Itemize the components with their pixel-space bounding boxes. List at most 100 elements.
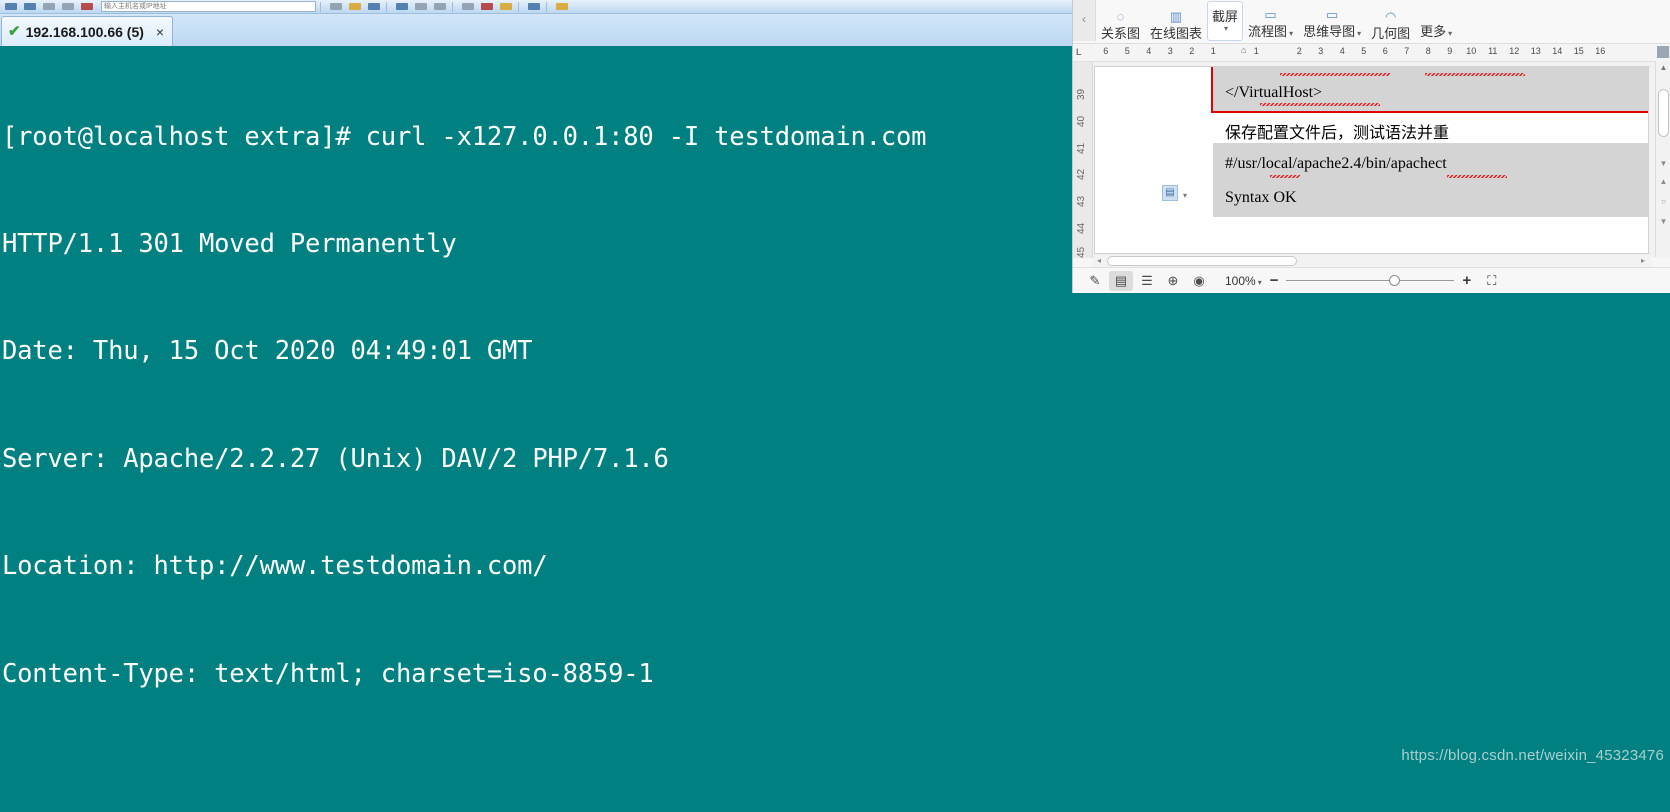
find-icon[interactable]	[480, 1, 495, 12]
ribbon-label: 关系图	[1101, 26, 1141, 41]
web-layout-icon[interactable]: ⊕	[1161, 271, 1185, 291]
session-tab-label: 192.168.100.66 (5)	[25, 23, 144, 40]
ribbon-item-more[interactable]: 更多 ▾	[1415, 0, 1457, 41]
scroll-down-arrow-icon[interactable]: ▼	[1659, 159, 1668, 169]
mindmap-icon: ▭	[1325, 7, 1339, 22]
chevron-down-icon[interactable]: ▾	[1357, 29, 1361, 38]
ribbon-item-relation-diagram[interactable]: ◌ 关系图	[1096, 0, 1145, 41]
line-number: 41	[1076, 142, 1087, 154]
document-vertical-scrollbar[interactable]: ▲ ▼ ▲ ○ ▼	[1655, 61, 1670, 257]
wps-document-panel[interactable]: ‹ ◌ 关系图 ▥ 在线图表 截屏 ▾ ▭ 流程图 ▾ ▭ 思维导图 ▾ ◠ 几何图…	[1072, 0, 1670, 293]
previous-page-icon[interactable]: ▲	[1659, 177, 1668, 187]
next-page-icon[interactable]: ▼	[1659, 217, 1668, 227]
log-icon[interactable]	[414, 1, 429, 12]
spellcheck-squiggle	[1280, 73, 1390, 76]
chevron-down-icon[interactable]: ▾	[1183, 191, 1187, 200]
chevron-down-icon[interactable]: ▾	[1448, 29, 1452, 38]
ruler-tick: 3	[1167, 46, 1173, 56]
ruler-numbers: 6 5 4 3 2 1 1 2 3 4 5 6 7 8 9 10 11 12 1…	[1095, 46, 1670, 56]
chevron-left-icon[interactable]: ‹	[1073, 0, 1096, 41]
print-icon[interactable]	[395, 1, 410, 12]
ribbon-item-screenshot[interactable]: 截屏 ▾	[1207, 1, 1244, 41]
document-page[interactable]: </VirtualHost> 保存配置文件后，测试语法并重 #/usr/loca…	[1094, 66, 1649, 254]
host-address-input[interactable]: 输入主机名或IP地址	[101, 1, 316, 12]
ruler-corner-button[interactable]	[1657, 46, 1669, 58]
ribbon-item-mindmap[interactable]: ▭ 思维导图 ▾	[1298, 0, 1366, 41]
document-horizontal-scrollbar[interactable]: ◂ ▸	[1093, 254, 1651, 267]
ribbon-item-flowchart[interactable]: ▭ 流程图 ▾	[1243, 0, 1298, 41]
session-icon-2[interactable]	[23, 1, 38, 12]
ruler-tick: 5	[1361, 46, 1367, 56]
session-icon-4[interactable]	[61, 1, 76, 12]
close-icon[interactable]: ×	[156, 25, 164, 39]
ribbon-label: 截屏	[1212, 9, 1239, 24]
session-icon-5[interactable]	[80, 1, 95, 12]
terminal-line: Location: http://www.testdomain.com/	[2, 551, 548, 582]
toolbar-divider-5	[546, 1, 547, 12]
document-canvas[interactable]: 39 40 41 42 43 44 45 </VirtualHost> 保存配置…	[1073, 62, 1670, 258]
hscrollbar-thumb[interactable]	[1107, 255, 1297, 266]
ribbon-label: 思维导图	[1303, 24, 1356, 39]
session-tab[interactable]: ✔ 192.168.100.66 (5) ×	[1, 16, 174, 46]
spellcheck-squiggle	[1447, 175, 1507, 178]
relation-diagram-icon: ◌	[1116, 9, 1125, 24]
chevron-down-icon[interactable]: ▾	[1224, 24, 1228, 33]
zoom-level-label[interactable]: 100% ▾	[1225, 274, 1262, 288]
ruler-tick: 4	[1339, 46, 1345, 56]
ribbon-toolbar: ‹ ◌ 关系图 ▥ 在线图表 截屏 ▾ ▭ 流程图 ▾ ▭ 思维导图 ▾ ◠ 几何图…	[1073, 0, 1670, 44]
ribbon-label: 更多	[1420, 24, 1447, 39]
indent-marker-icon[interactable]: ⌂	[1241, 45, 1250, 59]
geometry-icon: ◠	[1384, 9, 1397, 24]
line-number-gutter: 39 40 41 42 43 44 45	[1073, 62, 1093, 258]
chevron-down-icon[interactable]: ▾	[1258, 278, 1262, 287]
paste-icon[interactable]	[348, 1, 363, 12]
outline-icon[interactable]: ☰	[1135, 271, 1159, 291]
page-layout-icon[interactable]: ▤	[1109, 270, 1133, 291]
ruler-tick: 6	[1103, 46, 1109, 56]
pen-icon[interactable]: ✎	[1083, 271, 1107, 291]
line-number: 39	[1076, 88, 1087, 100]
scroll-right-arrow-icon[interactable]: ▸	[1637, 256, 1649, 265]
ruler-tick: 8	[1425, 46, 1431, 56]
paste-options-icon[interactable]: ▤	[1162, 185, 1178, 201]
ribbon-label: 流程图	[1248, 24, 1288, 39]
horizontal-ruler[interactable]: L 6 5 4 3 2 1 1 2 3 4 5 6 7 8 9 10 11 12…	[1073, 44, 1670, 62]
flowchart-icon: ▭	[1264, 7, 1277, 22]
session-icon-3[interactable]	[42, 1, 57, 12]
zoom-out-button[interactable]: −	[1270, 272, 1279, 289]
window-icon[interactable]	[367, 1, 382, 12]
zoom-slider-knob[interactable]	[1389, 275, 1401, 286]
zoom-in-button[interactable]: +	[1462, 272, 1471, 289]
ribbon-item-online-chart[interactable]: ▥ 在线图表	[1145, 0, 1207, 41]
key-icon[interactable]	[499, 1, 514, 12]
help-icon[interactable]	[555, 1, 570, 12]
ruler-tick: 13	[1530, 46, 1541, 56]
session-icon-1[interactable]	[4, 1, 19, 12]
zoom-value: 100%	[1225, 273, 1256, 288]
scrollbar-thumb[interactable]	[1658, 89, 1669, 137]
toolbar-divider-4	[518, 1, 519, 12]
spellcheck-squiggle	[1425, 73, 1525, 76]
ruler-tick: 1	[1210, 46, 1216, 56]
securecrt-toolbar[interactable]: 输入主机名或IP地址	[0, 0, 1072, 14]
ruler-tick: 16	[1595, 46, 1606, 56]
ribbon-label: 几何图	[1371, 26, 1411, 41]
select-browse-object-icon[interactable]: ○	[1659, 197, 1668, 207]
document-line: 保存配置文件后，测试语法并重	[1225, 123, 1450, 142]
document-status-bar: ✎ ▤ ☰ ⊕ ◉ 100% ▾ − + ⛶	[1073, 267, 1670, 293]
shield-icon[interactable]	[527, 1, 542, 12]
tab-stop-icon[interactable]: L	[1076, 47, 1082, 57]
properties-icon[interactable]	[461, 1, 476, 12]
scroll-up-arrow-icon[interactable]: ▲	[1656, 61, 1670, 75]
toolbar-divider-2	[386, 1, 387, 12]
zoom-slider[interactable]	[1286, 275, 1455, 286]
chevron-down-icon[interactable]: ▾	[1289, 29, 1293, 38]
toolbar-divider-1	[320, 1, 321, 12]
scroll-left-arrow-icon[interactable]: ◂	[1093, 256, 1105, 265]
connected-check-icon: ✔	[8, 23, 21, 40]
eye-protection-icon[interactable]: ◉	[1187, 271, 1211, 291]
folder-icon[interactable]	[433, 1, 448, 12]
fit-page-icon[interactable]: ⛶	[1487, 273, 1496, 289]
transfer-icon[interactable]	[329, 1, 344, 12]
ribbon-item-geometry[interactable]: ◠ 几何图	[1366, 0, 1415, 41]
